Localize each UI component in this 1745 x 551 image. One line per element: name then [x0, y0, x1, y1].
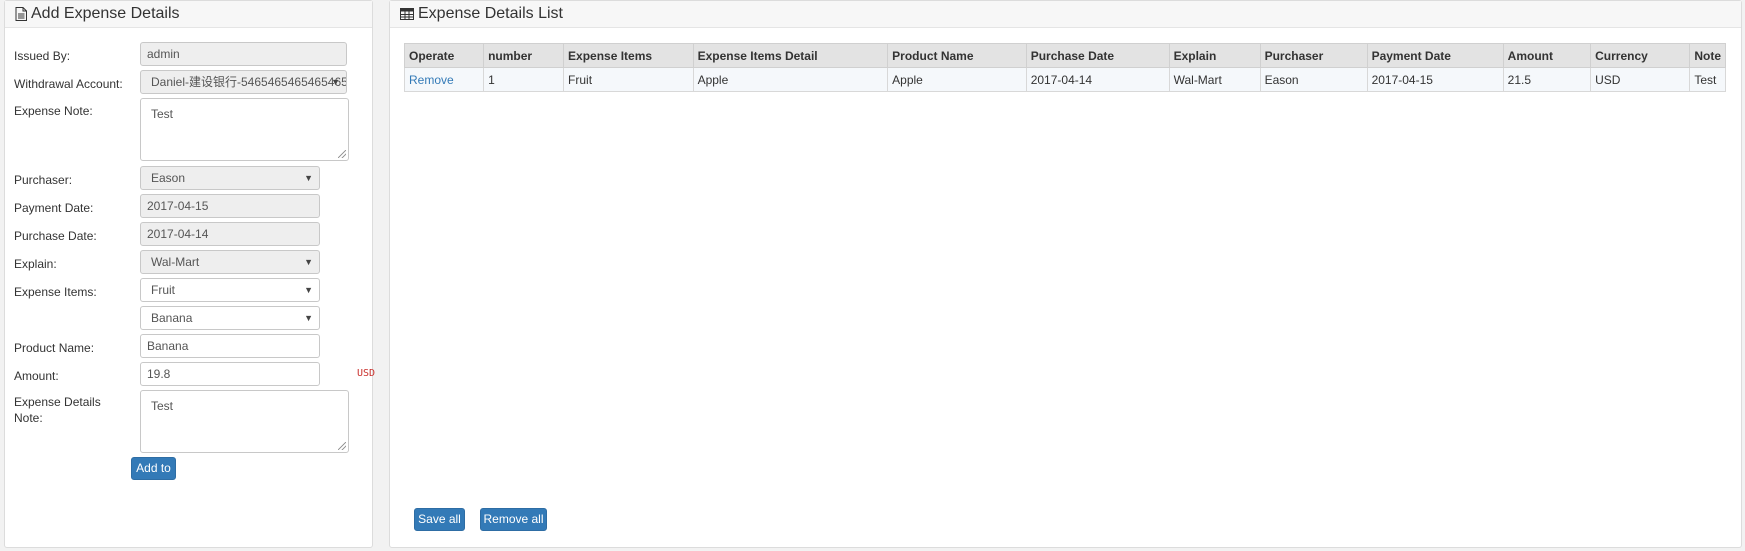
table-cell: 21.5 [1502, 67, 1592, 92]
expense-note-label: Expense Note: [14, 104, 93, 118]
expense-items-detail-select[interactable]: Banana ▼ [140, 306, 320, 330]
table-row: Remove 1 Fruit Apple Apple 2017-04-14 Wa… [403, 67, 1726, 92]
expense-details-note-textarea[interactable]: Test [140, 390, 349, 453]
table-cell: 2017-04-14 [1025, 67, 1170, 92]
chevron-down-icon: ▼ [331, 77, 340, 87]
chevron-down-icon: ▼ [304, 313, 313, 323]
table-cell-operate: Remove [403, 67, 485, 92]
column-header[interactable]: Expense Items [563, 43, 694, 68]
expense-items-select[interactable]: Fruit ▼ [140, 278, 320, 302]
purchase-date-field[interactable]: 2017-04-14 [140, 222, 320, 246]
column-header[interactable]: Currency [1590, 43, 1691, 68]
add-expense-heading: Add Expense Details [5, 1, 372, 28]
expense-details-table: Operate number Expense Items Expense Ite… [403, 43, 1726, 92]
issued-by-field[interactable]: admin [140, 42, 347, 66]
expense-items-value: Fruit [151, 283, 175, 297]
column-header[interactable]: Expense Items Detail [692, 43, 889, 68]
column-header[interactable]: Explain [1168, 43, 1261, 68]
expense-items-label: Expense Items: [14, 285, 97, 299]
withdrawal-account-value: Daniel-建设银行-5465465465465465 [151, 75, 347, 89]
table-icon [400, 8, 414, 20]
table-cell: Fruit [563, 67, 694, 92]
explain-value: Wal-Mart [151, 255, 200, 269]
table-cell: Apple [692, 67, 889, 92]
table-cell: Test [1689, 67, 1726, 92]
chevron-down-icon: ▼ [304, 285, 313, 295]
add-expense-title: Add Expense Details [31, 5, 180, 22]
expense-details-list-title: Expense Details List [418, 5, 563, 22]
column-header[interactable]: Purchase Date [1025, 43, 1170, 68]
purchaser-select[interactable]: Eason ▼ [140, 166, 320, 190]
resize-grip-icon[interactable] [338, 150, 346, 158]
expense-details-list-heading: Expense Details List [390, 1, 1741, 28]
product-name-label: Product Name: [14, 341, 95, 355]
chevron-down-icon: ▼ [304, 257, 313, 267]
expense-details-list-panel: Expense Details List Operate number Expe… [389, 0, 1742, 548]
expense-note-textarea[interactable]: Test [140, 98, 349, 161]
table-cell: 2017-04-15 [1366, 67, 1504, 92]
save-all-button[interactable]: Save all [414, 508, 465, 531]
purchase-date-label: Purchase Date: [14, 229, 97, 243]
table-cell: 1 [483, 67, 565, 92]
payment-date-label: Payment Date: [14, 201, 94, 215]
amount-currency: USD [357, 368, 376, 379]
remove-row-link[interactable]: Remove [409, 73, 454, 87]
column-header[interactable]: Amount [1502, 43, 1592, 68]
expense-note-value: Test [151, 107, 174, 121]
remove-all-button[interactable]: Remove all [480, 508, 547, 531]
table-cell: Wal-Mart [1168, 67, 1261, 92]
column-header[interactable]: Product Name [887, 43, 1027, 68]
purchaser-value: Eason [151, 171, 186, 185]
explain-select[interactable]: Wal-Mart ▼ [140, 250, 320, 274]
purchaser-label: Purchaser: [14, 173, 73, 187]
expense-items-detail-value: Banana [151, 311, 193, 325]
column-header[interactable]: number [483, 43, 565, 68]
explain-label: Explain: [14, 257, 57, 271]
add-expense-panel: Add Expense Details Issued By: admin Wit… [4, 0, 376, 548]
withdrawal-account-label: Withdrawal Account: [14, 77, 123, 91]
expense-details-note-label: Expense Details Note: [14, 395, 101, 425]
amount-input[interactable]: 19.8 [140, 362, 320, 386]
table-cell: Apple [887, 67, 1027, 92]
column-header[interactable]: Note [1689, 43, 1726, 68]
table-cell: Eason [1259, 67, 1368, 92]
table-header-row: Operate number Expense Items Expense Ite… [403, 43, 1726, 68]
column-header[interactable]: Operate [403, 43, 485, 68]
issued-by-label: Issued By: [14, 49, 71, 63]
payment-date-field[interactable]: 2017-04-15 [140, 194, 320, 218]
document-icon [15, 7, 27, 21]
chevron-down-icon: ▼ [304, 173, 313, 183]
product-name-input[interactable]: Banana [140, 334, 320, 358]
expense-details-note-value: Test [151, 399, 174, 413]
withdrawal-account-select[interactable]: Daniel-建设银行-5465465465465465 ▼ [140, 70, 347, 94]
column-header[interactable]: Payment Date [1366, 43, 1504, 68]
amount-label: Amount: [14, 369, 59, 383]
resize-grip-icon[interactable] [338, 442, 346, 450]
add-to-button[interactable]: Add to [131, 457, 176, 480]
column-header[interactable]: Purchaser [1259, 43, 1368, 68]
table-cell: USD [1590, 67, 1691, 92]
